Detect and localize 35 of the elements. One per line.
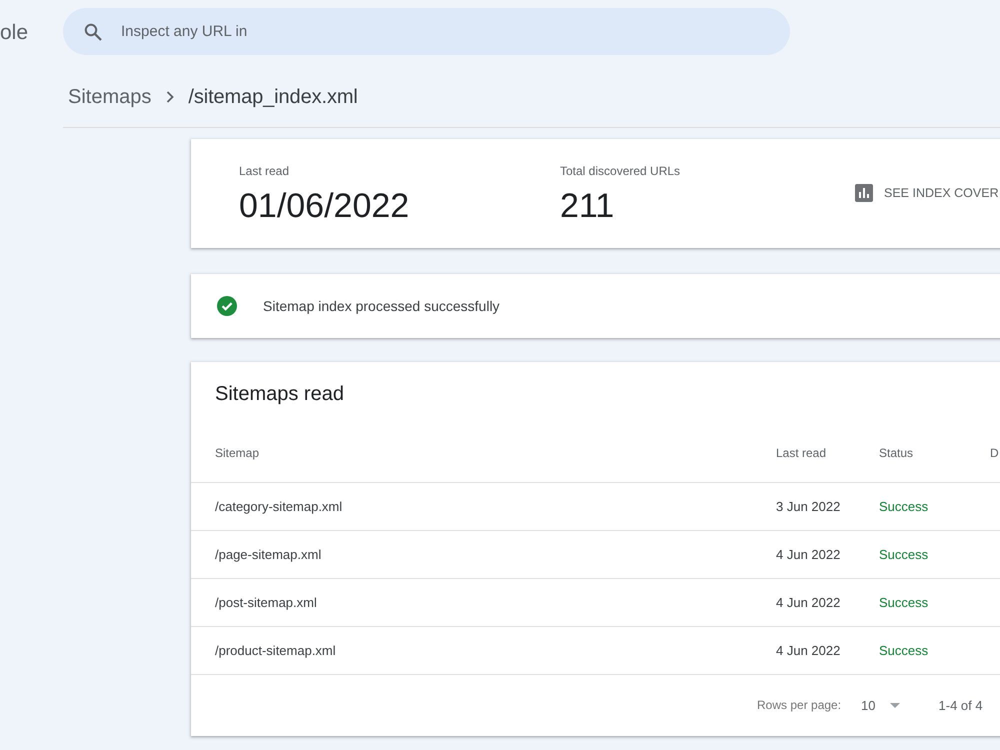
stat-label: Total discovered URLs <box>560 163 682 179</box>
caret-down-icon <box>890 702 900 708</box>
sitemap-path-cell-text: /post-sitemap.xml <box>215 595 318 610</box>
last-read-cell-text: 4 Jun 2022 <box>776 643 842 658</box>
status-cell-text: Success <box>879 499 930 514</box>
table-title: Sitemaps read <box>214 382 345 406</box>
column-header-last-read: Last read <box>776 446 828 460</box>
stat-label: Last read <box>239 163 290 179</box>
status-cell-text: Success <box>879 643 930 658</box>
column-header: D <box>990 446 1000 460</box>
sitemap-path-cell-text: /product-sitemap.xml <box>215 643 337 658</box>
rows-per-page-select[interactable]: 10 <box>861 698 900 712</box>
last-read-cell-text: 4 Jun 2022 <box>776 595 842 610</box>
bar-chart-icon <box>855 184 873 202</box>
app-logo-text: ole <box>0 22 28 43</box>
column-header-sitemap: Sitemap <box>215 446 260 460</box>
status-cell-text: Success <box>879 547 930 562</box>
sitemap-path-cell-text: /page-sitemap.xml <box>215 547 322 562</box>
search-input[interactable]: Inspect any URL in <box>121 23 766 40</box>
chevron-right-icon <box>166 91 174 103</box>
status-cell-text: Success <box>879 595 930 610</box>
stat-value: 211 <box>560 186 616 226</box>
status-message: Sitemap index processed successfully <box>263 298 500 314</box>
breadcrumb-link[interactable]: Sitemaps <box>68 85 152 109</box>
stat-value: 01/06/2022 <box>239 186 410 226</box>
last-read-cell-text: 3 Jun 2022 <box>776 499 842 514</box>
pagination-range: 1-4 of 4 <box>938 698 983 712</box>
sitemap-path-cell-text: /category-sitemap.xml <box>215 499 344 514</box>
last-read-cell-text: 4 Jun 2022 <box>776 547 842 562</box>
search-field[interactable]: Inspect any URL in <box>63 8 790 55</box>
search-icon <box>84 22 102 40</box>
see-index-coverage-button[interactable]: SEE INDEX COVER <box>853 184 999 202</box>
breadcrumb-current-page: /sitemap_index.xml <box>188 85 358 109</box>
rows-per-page-label: Rows per page: <box>757 698 842 712</box>
column-header-status: Status <box>879 446 914 460</box>
